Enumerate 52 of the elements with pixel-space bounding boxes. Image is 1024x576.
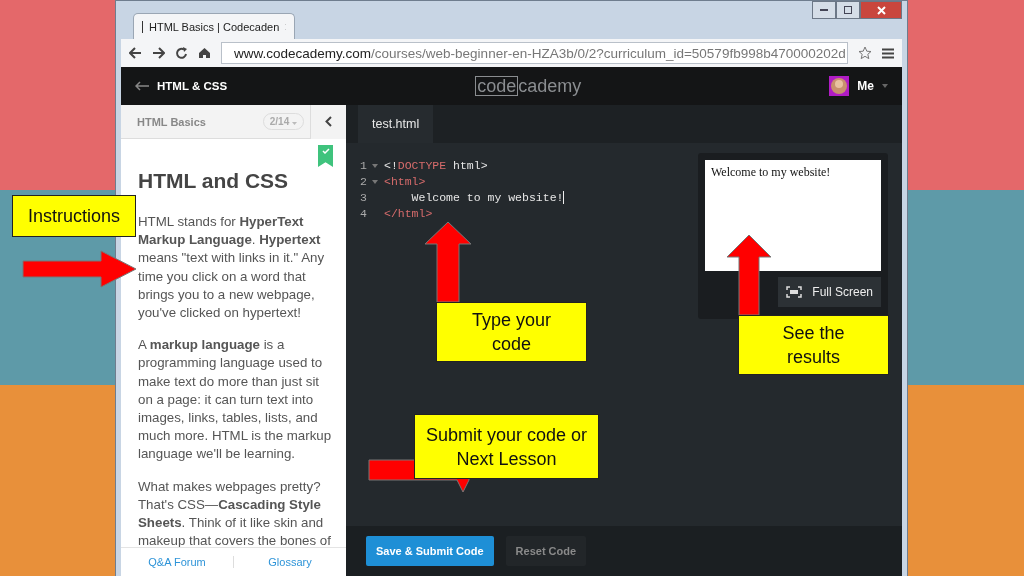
check-icon (321, 148, 330, 154)
forward-icon[interactable] (152, 47, 165, 59)
lesson-paragraph: A markup language is a programming language used to make text do more than just sit on a page: it can turn text into images, links, tables, lists, and much more. HTML is the markup language we'll be learning. (138, 336, 333, 464)
line-number: 4 (360, 206, 368, 220)
minimize-button[interactable] (812, 1, 836, 19)
logo-text: cademy (518, 76, 582, 96)
close-button[interactable] (860, 1, 902, 19)
line-number: 2 (360, 174, 368, 188)
fold-icon[interactable] (372, 163, 378, 168)
line-number: 1 (360, 158, 368, 172)
file-tab[interactable]: test.html (358, 105, 434, 143)
back-icon[interactable] (129, 47, 142, 59)
line-number: 3 (360, 190, 368, 204)
url-domain: www.codecademy.com (234, 45, 372, 61)
collapse-button[interactable] (310, 104, 346, 139)
tab-title: HTML Basics | Codecaden (149, 20, 280, 33)
logo-text: code (475, 76, 519, 96)
full-screen-button[interactable]: Full Screen (778, 277, 881, 307)
preview-text: Welcome to my website! (711, 165, 831, 179)
home-icon[interactable] (198, 47, 211, 59)
url-path: /courses/web-beginner-en-HZA3b/0/2?curriculum_id=50579fb998b470000202d (371, 45, 846, 61)
back-link[interactable]: HTML & CSS (135, 80, 228, 92)
lesson-paragraph: HTML stands for HyperText Markup Language. Hypertext means "text with links in it." Any time you click on a word that brings you to a new webpage, you've clicked on hypertext! (138, 213, 326, 322)
code-line: <!DOCTYPE html> (384, 158, 488, 172)
callout-label: Instructions (12, 195, 136, 237)
user-menu[interactable]: Me (829, 76, 888, 96)
menu-icon[interactable] (882, 47, 894, 59)
text-cursor (563, 190, 565, 204)
star-icon[interactable] (858, 46, 872, 60)
maximize-button[interactable] (836, 1, 860, 19)
course-name: HTML Basics (137, 115, 207, 128)
avatar-icon (829, 76, 850, 96)
reset-button[interactable]: Reset Code (505, 536, 587, 566)
browser-tab[interactable]: HTML Basics | Codecaden (133, 13, 295, 39)
lesson-title: HTML and CSS (138, 169, 290, 193)
callout-label: Type your code (436, 302, 587, 362)
expand-icon (786, 286, 803, 298)
maximize-icon (844, 6, 852, 14)
caret-icon (882, 84, 888, 88)
minimize-icon (820, 8, 828, 12)
chevron-left-icon (325, 116, 332, 127)
fold-icon[interactable] (372, 179, 378, 184)
code-line: </html> (384, 206, 433, 220)
code-line: Welcome to my website! (410, 190, 564, 204)
code-line: <html> (384, 174, 426, 188)
callout-label: Submit your code or Next Lesson (414, 414, 599, 479)
reload-icon[interactable] (175, 46, 188, 60)
caret-icon (292, 122, 297, 125)
submit-button[interactable]: Save & Submit Code (366, 536, 494, 566)
address-bar[interactable]: www.codecademy.com/courses/web-beginner-en-HZA3b/0/2?curriculum_id=50579fb998b470000202d (221, 42, 848, 64)
back-arrow-icon (135, 81, 149, 91)
callout-label: See the results (738, 315, 889, 375)
